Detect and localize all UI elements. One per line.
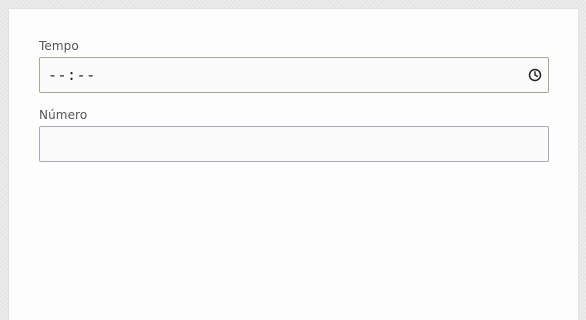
tempo-label: Tempo [39,39,79,53]
form-card: Tempo --:-- Número [8,8,579,320]
numero-label: Número [39,108,88,122]
numero-number-input[interactable] [39,126,549,162]
clock-icon[interactable] [528,68,542,82]
tempo-time-input[interactable]: --:-- [39,57,549,93]
tempo-value[interactable]: --:-- [48,66,96,84]
